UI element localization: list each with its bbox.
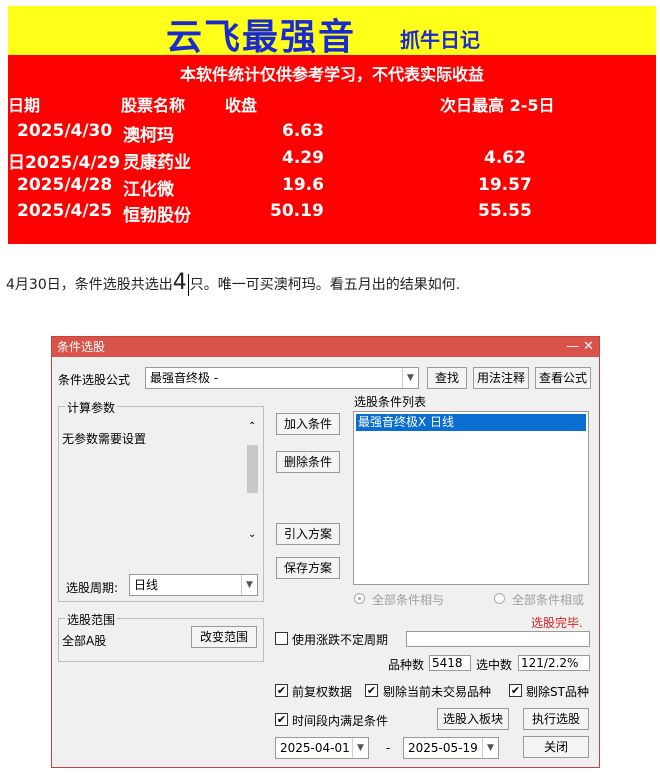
row-close: 50.19 <box>270 201 324 221</box>
scope-value: 全部A股 <box>62 634 107 648</box>
dialog-titlebar[interactable]: 条件选股 — ✕ <box>52 337 599 357</box>
row-name: 灵康药业 <box>123 153 191 173</box>
scope-group-label: 选股范围 <box>65 611 118 628</box>
count-label: 品种数 <box>388 658 425 672</box>
scroll-thumb[interactable] <box>247 445 258 493</box>
exclude-st-checkbox[interactable]: ✔ <box>509 684 522 697</box>
results-panel: 本软件统计仅供参考学习，不代表实际收益 日期 股票名称 收盘 次日最高 2-5日… <box>8 55 656 244</box>
banner: 云飞最强音 抓牛日记 本软件统计仅供参考学习，不代表实际收益 日期 股票名称 收… <box>8 6 656 244</box>
condition-list[interactable]: 最强音终极X 日线 <box>353 411 589 585</box>
row-date: 2025/4/28 <box>17 175 113 195</box>
radio-and-label: 全部条件相与 <box>372 593 445 607</box>
banner-title-bar: 云飞最强音 抓牛日记 <box>8 6 656 58</box>
volatile-period-label: 使用涨跌不定周期 <box>292 633 389 647</box>
time-range-checkbox[interactable]: ✔ <box>275 713 288 726</box>
note-before: 4月30日，条件选股共选出 <box>6 277 173 293</box>
scroll-down-icon[interactable]: ⌄ <box>248 529 256 540</box>
radio-or[interactable] <box>494 593 505 604</box>
delete-condition-button[interactable]: 删除条件 <box>276 451 340 473</box>
date-to-picker[interactable]: 2025-05-19 ▼ <box>403 737 499 759</box>
stock-filter-dialog: 条件选股 — ✕ 条件选股公式 最强音终极 - ▼ 查找 用法注释 查看公式 计… <box>51 336 600 768</box>
exclude-st-label: 剔除ST品种 <box>526 685 589 699</box>
minimize-icon[interactable]: — <box>566 337 579 357</box>
row-next-high: 4.62 <box>484 148 526 168</box>
row-name: 恒勃股份 <box>123 206 191 226</box>
usage-button[interactable]: 用法注释 <box>473 367 529 389</box>
date-separator: - <box>386 741 391 755</box>
import-plan-button[interactable]: 引入方案 <box>276 523 340 545</box>
status-text: 选股完毕. <box>531 616 583 630</box>
note-count: 4 <box>172 270 187 295</box>
disclaimer: 本软件统计仅供参考学习，不代表实际收益 <box>179 65 484 84</box>
volatile-period-input[interactable] <box>406 631 590 647</box>
selected-value: 121/2.2% <box>518 655 590 671</box>
date-from-picker[interactable]: 2025-04-01 ▼ <box>275 737 369 759</box>
scroll-up-icon[interactable]: ⌃ <box>248 421 256 432</box>
params-scrollbar[interactable]: ⌃ ⌄ <box>245 421 260 545</box>
period-label: 选股周期: <box>66 581 119 595</box>
row-next-high: 55.55 <box>478 201 532 221</box>
radio-and[interactable] <box>354 593 365 604</box>
header-close: 收盘 <box>225 96 258 115</box>
header-next-high: 次日最高 2-5日 <box>440 96 555 115</box>
chevron-down-icon[interactable]: ▼ <box>352 738 368 758</box>
execute-button[interactable]: 执行选股 <box>523 708 589 730</box>
row-date: 2025/4/30 <box>17 121 113 141</box>
text-caret <box>187 274 189 296</box>
row-date: 2025/4/25 <box>17 201 113 221</box>
count-value: 5418 <box>429 655 471 671</box>
row-close: 6.63 <box>282 121 324 141</box>
chevron-down-icon[interactable]: ▼ <box>241 575 257 595</box>
date-to-value: 2025-05-19 <box>408 741 478 755</box>
exclude-untraded-label: 剔除当前未交易品种 <box>383 685 492 699</box>
banner-title: 云飞最强音 <box>166 16 357 58</box>
note-text: 4月30日，条件选股共选出4 只。唯一可买澳柯玛。看五月出的结果如何. <box>6 270 460 296</box>
note-after: 只。唯一可买澳柯玛。看五月出的结果如何. <box>189 277 461 293</box>
add-condition-button[interactable]: 加入条件 <box>276 413 340 435</box>
row-close: 4.29 <box>282 148 324 168</box>
list-item[interactable]: 最强音终极X 日线 <box>356 414 586 431</box>
find-button[interactable]: 查找 <box>427 367 467 389</box>
close-icon[interactable]: ✕ <box>583 337 594 357</box>
row-close: 19.6 <box>282 175 324 195</box>
row-next-high: 19.57 <box>478 175 532 195</box>
change-scope-button[interactable]: 改变范围 <box>191 626 257 648</box>
time-range-label: 时间段内满足条件 <box>292 714 389 728</box>
selected-label: 选中数 <box>476 658 513 672</box>
save-plan-button[interactable]: 保存方案 <box>276 557 340 579</box>
row-name: 澳柯玛 <box>123 126 174 146</box>
pre-adjust-label: 前复权数据 <box>292 685 353 699</box>
radio-or-label: 全部条件相或 <box>512 593 585 607</box>
formula-label: 条件选股公式 <box>58 373 131 387</box>
date-from-value: 2025-04-01 <box>280 741 350 755</box>
exclude-untraded-checkbox[interactable]: ✔ <box>365 684 378 697</box>
chevron-down-icon[interactable]: ▼ <box>482 738 498 758</box>
row-date: 日2025/4/29 <box>8 153 121 173</box>
select-to-block-button[interactable]: 选股入板块 <box>437 708 509 730</box>
pre-adjust-checkbox[interactable]: ✔ <box>275 684 288 697</box>
formula-value: 最强音终极 - <box>150 371 219 385</box>
chevron-down-icon[interactable]: ▼ <box>402 368 418 388</box>
params-group-label: 计算参数 <box>65 399 118 416</box>
close-button[interactable]: 关闭 <box>523 736 589 758</box>
header-name: 股票名称 <box>121 96 186 115</box>
dialog-title: 条件选股 <box>57 340 106 354</box>
volatile-period-checkbox[interactable] <box>275 632 288 645</box>
view-formula-button[interactable]: 查看公式 <box>535 367 591 389</box>
period-select[interactable]: 日线 ▼ <box>129 574 258 596</box>
params-text: 无参数需要设置 <box>62 432 147 446</box>
params-group: 计算参数 无参数需要设置 ⌃ ⌄ 选股周期: 日线 ▼ <box>58 399 264 602</box>
banner-subtitle: 抓牛日记 <box>400 28 480 52</box>
formula-select[interactable]: 最强音终极 - ▼ <box>145 367 419 389</box>
scope-group: 选股范围 全部A股 改变范围 <box>58 611 264 662</box>
period-value: 日线 <box>134 578 159 592</box>
row-name: 江化微 <box>123 180 174 200</box>
header-date: 日期 <box>8 96 41 115</box>
condition-list-label: 选股条件列表 <box>354 395 427 409</box>
